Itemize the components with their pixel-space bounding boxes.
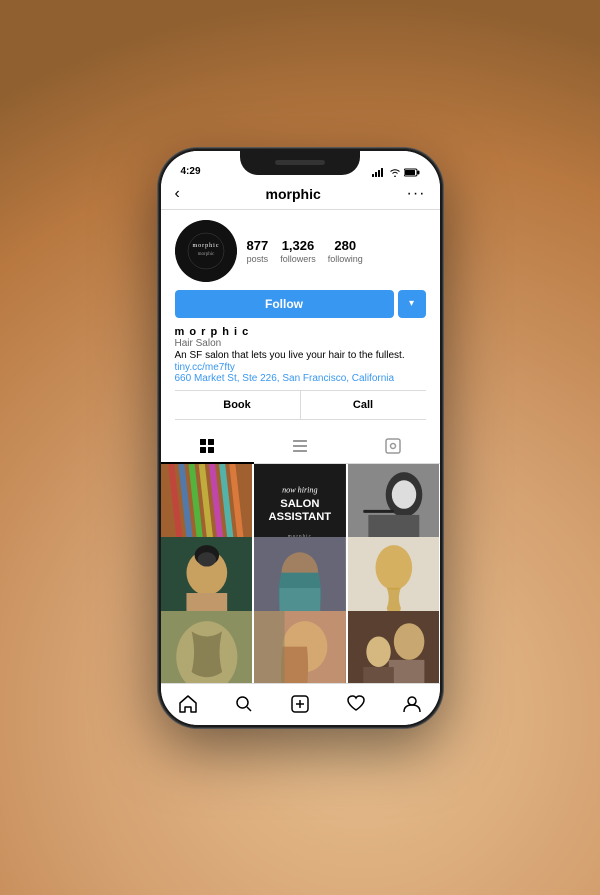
book-button[interactable]: Book [175, 391, 301, 419]
stat-following: 280 following [328, 238, 363, 264]
tab-grid[interactable] [161, 430, 254, 464]
signal-icon [372, 167, 386, 177]
follow-dropdown-button[interactable]: ▾ [398, 290, 426, 318]
search-icon [234, 694, 254, 714]
phone-screen: 4:29 [161, 151, 440, 725]
profile-section: morphic morphic 877 posts [161, 210, 440, 430]
phone-frame: 4:29 [158, 148, 443, 728]
following-label: following [328, 254, 363, 264]
plus-square-icon [290, 694, 310, 714]
bio-username: m o r p h i c [175, 326, 426, 338]
svg-text:now hiring: now hiring [282, 485, 317, 494]
profile-top: morphic morphic 877 posts [175, 220, 426, 282]
tag-icon [385, 438, 401, 454]
instagram-content: ‹ morphic ··· morphic morphic [161, 179, 440, 725]
posts-count: 877 [247, 238, 269, 253]
more-button[interactable]: ··· [407, 185, 426, 203]
call-button[interactable]: Call [301, 391, 426, 419]
follow-button[interactable]: Follow [175, 290, 394, 318]
svg-text:ASSISTANT: ASSISTANT [269, 511, 332, 523]
avatar: morphic morphic [175, 220, 237, 282]
followers-label: followers [280, 254, 316, 264]
bio-address[interactable]: 660 Market St, Ste 226, San Francisco, C… [175, 373, 426, 384]
battery-icon [404, 167, 420, 177]
posts-label: posts [247, 254, 269, 264]
svg-text:SALON: SALON [280, 497, 319, 509]
svg-text:morphic: morphic [197, 252, 214, 257]
profile-bio: m o r p h i c Hair Salon An SF salon tha… [175, 326, 426, 384]
notch-speaker [275, 160, 325, 165]
following-count: 280 [334, 238, 356, 253]
status-time: 4:29 [181, 166, 201, 177]
grid-icon [199, 438, 215, 454]
bio-link[interactable]: tiny.cc/me7fty [175, 362, 426, 373]
bio-category: Hair Salon [175, 338, 426, 349]
view-tabs [161, 430, 440, 464]
follow-row: Follow ▾ [175, 290, 426, 318]
avatar-svg: morphic morphic [175, 220, 237, 282]
nav-add[interactable] [290, 694, 310, 714]
nav-search[interactable] [234, 694, 254, 714]
home-icon [178, 694, 198, 714]
tab-list[interactable] [254, 430, 347, 463]
back-button[interactable]: ‹ [175, 185, 180, 203]
stat-followers: 1,326 followers [280, 238, 316, 264]
status-icons [372, 167, 420, 177]
action-buttons: Book Call [175, 390, 426, 420]
phone-wrapper: 4:29 [158, 148, 443, 728]
photo-grid: now hiring SALON ASSISTANT morphic [161, 464, 440, 683]
svg-text:morphic: morphic [192, 243, 219, 249]
heart-icon [346, 694, 366, 714]
photo-cell-9[interactable] [348, 611, 440, 683]
profile-stats: 877 posts 1,326 followers 280 following [247, 238, 426, 264]
list-icon [292, 438, 308, 454]
profile-nav: ‹ morphic ··· [161, 179, 440, 210]
phone-notch [240, 151, 360, 175]
profile-icon [402, 694, 422, 714]
nav-activity[interactable] [346, 694, 366, 714]
photo-cell-7[interactable] [161, 611, 253, 683]
nav-profile[interactable] [402, 694, 422, 714]
stat-posts: 877 posts [247, 238, 269, 264]
tab-tagged[interactable] [347, 430, 440, 463]
followers-count: 1,326 [282, 238, 315, 253]
wifi-icon [389, 167, 401, 177]
profile-nav-title: morphic [266, 186, 321, 202]
bottom-nav [161, 683, 440, 725]
photo-cell-8[interactable] [254, 611, 346, 683]
nav-home[interactable] [178, 694, 198, 714]
bio-description: An SF salon that lets you live your hair… [175, 349, 426, 362]
